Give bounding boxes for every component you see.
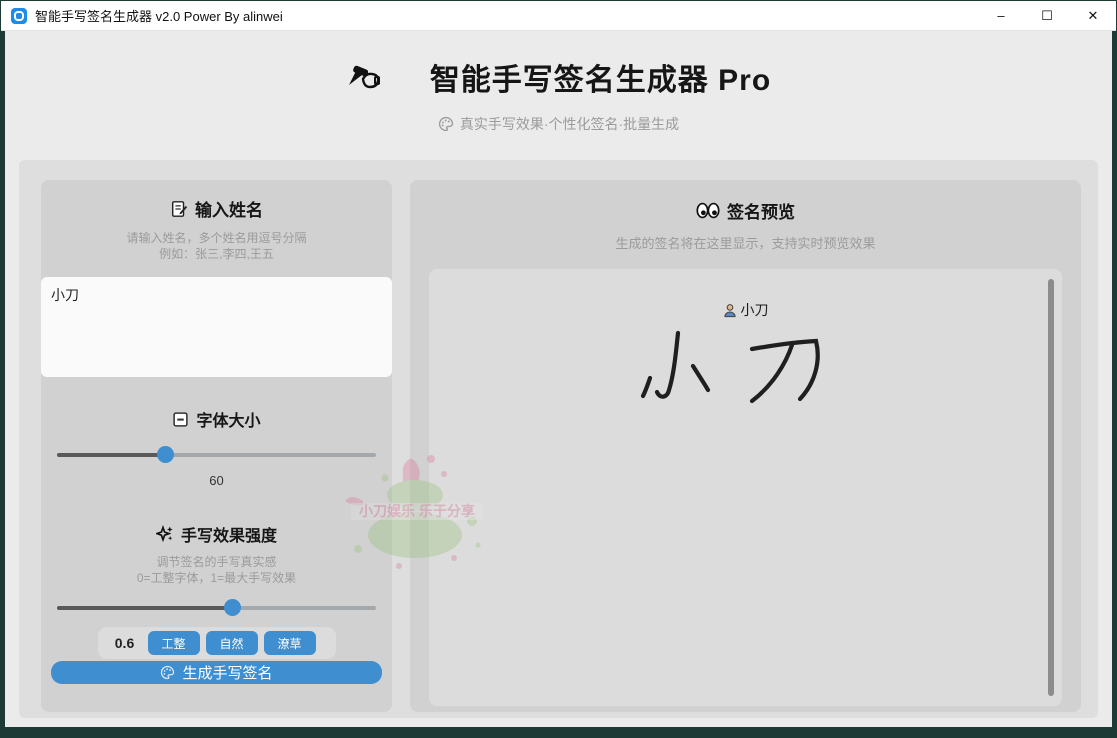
close-button[interactable]: ✕ — [1070, 1, 1116, 30]
palette-icon — [160, 665, 175, 680]
effect-hint-2: 0=工整字体，1=最大手写效果 — [41, 570, 392, 586]
preview-hint: 生成的签名将在这里显示，支持实时预览效果 — [410, 236, 1081, 252]
maximize-button[interactable]: ☐ — [1024, 1, 1070, 30]
window-controls: – ☐ ✕ — [978, 1, 1116, 30]
effect-hint-1: 调节签名的手写真实感 — [41, 554, 392, 570]
font-size-slider-fill — [57, 453, 165, 457]
preset-natural-button[interactable]: 自然 — [206, 631, 258, 655]
effect-slider-fill — [57, 606, 232, 610]
palette-icon — [438, 116, 454, 132]
window-title: 智能手写签名生成器 v2.0 Power By alinwei — [35, 6, 283, 25]
eyes-icon — [696, 202, 720, 219]
font-size-slider-thumb[interactable] — [157, 446, 174, 463]
app-logo-icon — [11, 8, 27, 24]
name-input[interactable]: 小刀 — [41, 277, 392, 377]
minimize-button[interactable]: – — [978, 1, 1024, 30]
titlebar: 智能手写签名生成器 v2.0 Power By alinwei – ☐ ✕ — [1, 1, 1116, 31]
sparkles-icon — [156, 525, 174, 543]
preview-heading: 签名预览 — [410, 198, 1081, 223]
effect-value: 0.6 — [108, 635, 142, 651]
page-subtitle-text: 真实手写效果·个性化签名·批量生成 — [460, 114, 679, 134]
effect-controls: 0.6 工整 自然 潦草 — [98, 627, 336, 659]
input-panel: 输入姓名 请输入姓名，多个姓名用逗号分隔 例如：张三,李四,王五 小刀 字体大小 — [41, 180, 392, 712]
app-window: 智能手写签名生成器 v2.0 Power By alinwei – ☐ ✕ 智能… — [0, 0, 1117, 738]
signature-card: 小刀 — [429, 269, 1062, 408]
preview-panel: 签名预览 生成的签名将在这里显示，支持实时预览效果 小刀 — [410, 180, 1081, 712]
effect-heading: 手写效果强度 — [41, 522, 392, 546]
person-icon — [723, 303, 737, 318]
minus-box-icon — [172, 411, 189, 428]
signature-name-text: 小刀 — [741, 300, 769, 320]
signature-name-label: 小刀 — [723, 300, 769, 320]
memo-icon — [170, 200, 188, 218]
font-size-value: 60 — [41, 473, 392, 488]
effect-slider-thumb[interactable] — [224, 599, 241, 616]
font-size-slider[interactable] — [57, 446, 376, 463]
writing-hand-icon — [346, 64, 380, 91]
effect-hints: 调节签名的手写真实感 0=工整字体，1=最大手写效果 — [41, 554, 392, 586]
name-section-heading: 输入姓名 — [41, 196, 392, 221]
preset-messy-button[interactable]: 潦草 — [264, 631, 316, 655]
app-header: 智能手写签名生成器 Pro 真实手写效果·个性化签名·批量生成 — [5, 31, 1112, 134]
preset-neat-button[interactable]: 工整 — [148, 631, 200, 655]
font-size-title: 字体大小 — [196, 407, 260, 431]
page-title: 智能手写签名生成器 Pro — [430, 55, 771, 99]
generate-button-label: 生成手写签名 — [182, 662, 272, 683]
page-subtitle: 真实手写效果·个性化签名·批量生成 — [5, 114, 1112, 134]
main-container: 输入姓名 请输入姓名，多个姓名用逗号分隔 例如：张三,李四,王五 小刀 字体大小 — [19, 160, 1098, 718]
name-hint-1: 请输入姓名，多个姓名用逗号分隔 — [41, 230, 392, 246]
signature-preview-area: 小刀 — [429, 269, 1062, 706]
handwritten-signature — [636, 328, 856, 408]
effect-slider[interactable] — [57, 599, 376, 616]
font-size-heading: 字体大小 — [41, 407, 392, 431]
name-hint-2: 例如：张三,李四,王五 — [41, 246, 392, 262]
effect-title: 手写效果强度 — [181, 522, 277, 546]
window-body: 智能手写签名生成器 Pro 真实手写效果·个性化签名·批量生成 — [1, 31, 1116, 737]
name-hints: 请输入姓名，多个姓名用逗号分隔 例如：张三,李四,王五 — [41, 230, 392, 262]
preview-scrollbar[interactable] — [1048, 279, 1054, 696]
preview-title: 签名预览 — [727, 198, 795, 223]
name-section-title: 输入姓名 — [195, 196, 263, 221]
generate-signature-button[interactable]: 生成手写签名 — [51, 661, 382, 684]
